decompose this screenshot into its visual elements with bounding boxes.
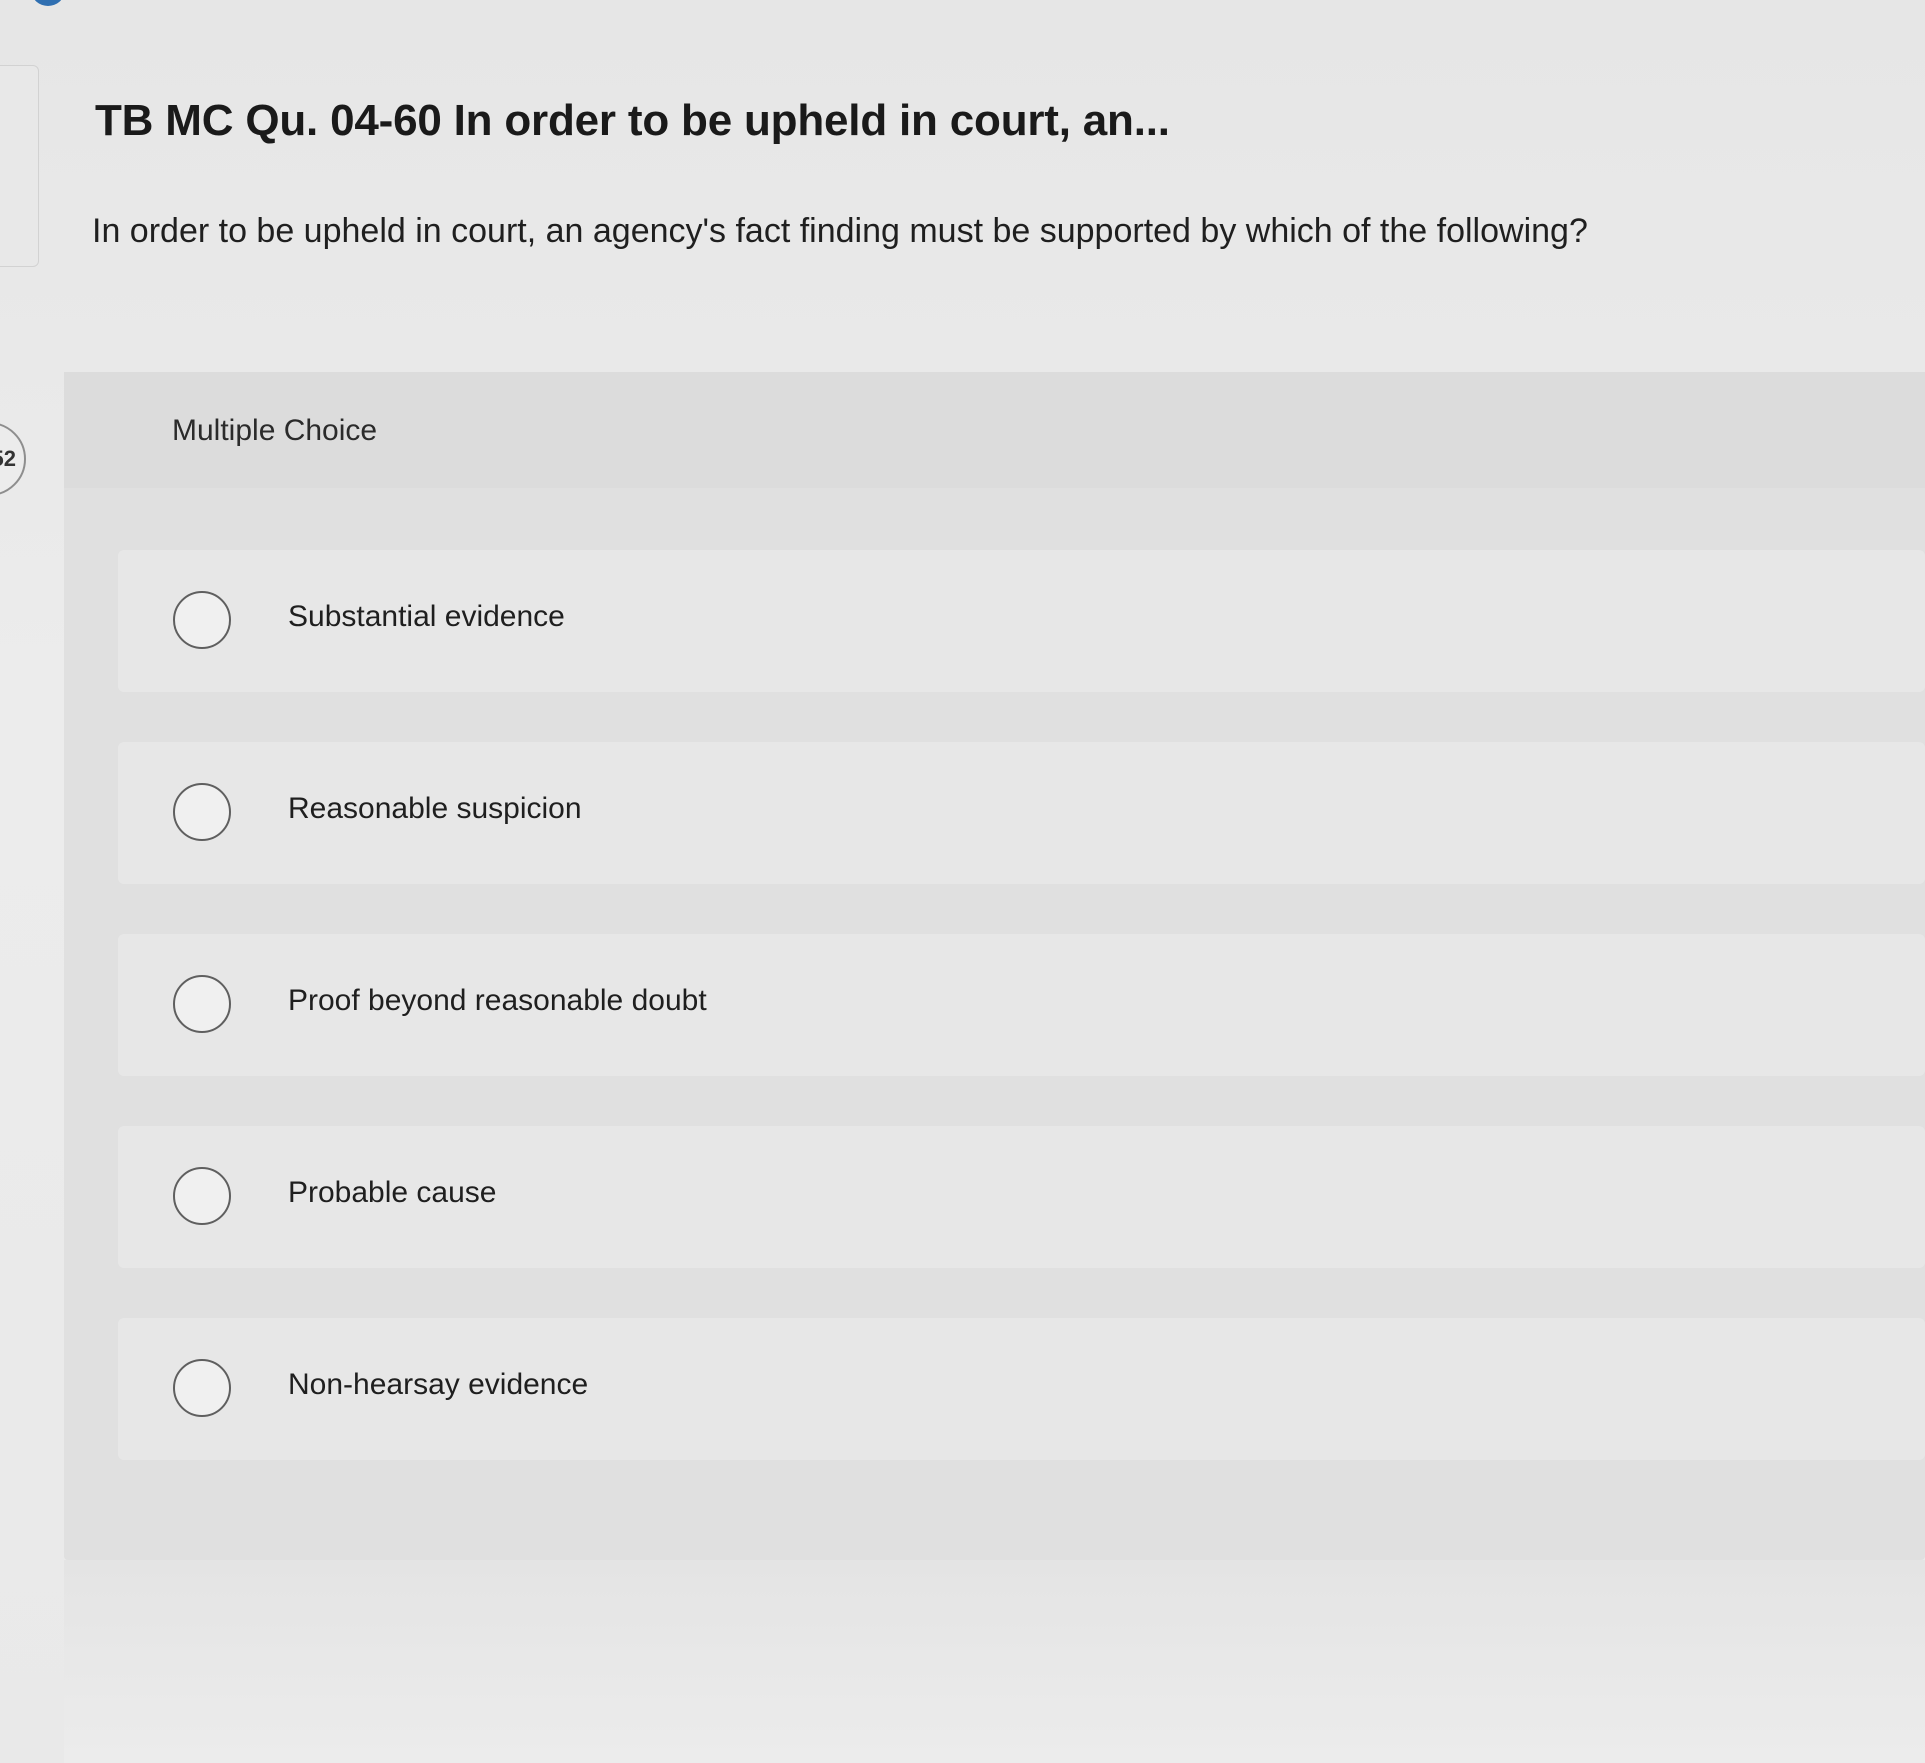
radio-button-icon[interactable] [173, 1167, 231, 1225]
question-title: TB MC Qu. 04-60 In order to be upheld in… [95, 96, 1170, 145]
left-navigation-tab[interactable] [0, 65, 39, 267]
question-prompt: In order to be upheld in court, an agenc… [92, 212, 1588, 250]
assignment-page: 52 TB MC Qu. 04-60 In order to be upheld… [0, 0, 1925, 1763]
choice-non-hearsay-evidence[interactable]: Non-hearsay evidence [118, 1318, 1925, 1460]
question-number: 52 [0, 446, 16, 471]
choice-label[interactable]: Reasonable suspicion [288, 792, 582, 826]
choice-label[interactable]: Proof beyond reasonable doubt [288, 984, 707, 1018]
corner-accent [32, 0, 64, 6]
answer-panel: Multiple Choice Substantial evidence Rea… [64, 372, 1925, 1560]
answer-header: Multiple Choice [64, 372, 1925, 488]
choice-list: Substantial evidence Reasonable suspicio… [118, 550, 1925, 1510]
choice-probable-cause[interactable]: Probable cause [118, 1126, 1925, 1268]
radio-button-icon[interactable] [173, 783, 231, 841]
choice-label[interactable]: Non-hearsay evidence [288, 1368, 588, 1402]
radio-button-icon[interactable] [173, 1359, 231, 1417]
question-number-badge[interactable]: 52 [0, 422, 26, 496]
choice-substantial-evidence[interactable]: Substantial evidence [118, 550, 1925, 692]
choice-proof-beyond-reasonable-doubt[interactable]: Proof beyond reasonable doubt [118, 934, 1925, 1076]
choice-reasonable-suspicion[interactable]: Reasonable suspicion [118, 742, 1925, 884]
choice-label[interactable]: Substantial evidence [288, 600, 565, 634]
answer-type-label: Multiple Choice [172, 414, 378, 447]
radio-button-icon[interactable] [173, 591, 231, 649]
choice-label[interactable]: Probable cause [288, 1176, 496, 1210]
radio-button-icon[interactable] [173, 975, 231, 1033]
page-bottom-area [64, 1560, 1925, 1763]
